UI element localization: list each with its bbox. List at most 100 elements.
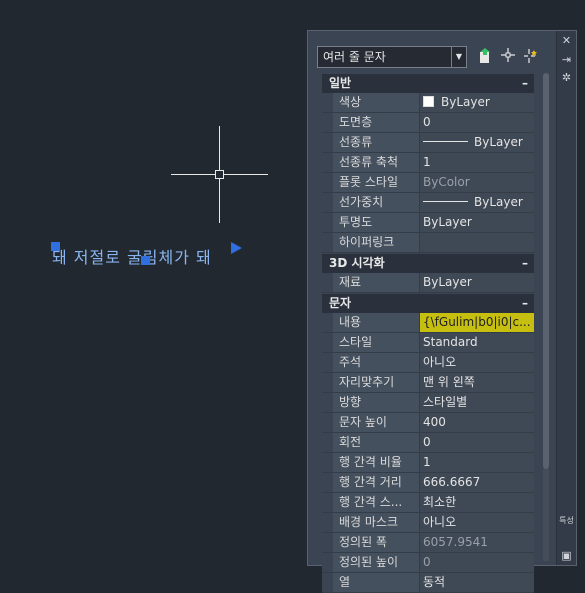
property-row-defined-width[interactable]: 정의된 폭 6057.9541 bbox=[322, 533, 534, 553]
palette-menu-icon[interactable]: ▣ bbox=[560, 549, 573, 562]
property-name: 방향 bbox=[333, 393, 420, 412]
select-objects-icon[interactable] bbox=[499, 48, 517, 66]
property-value[interactable] bbox=[420, 233, 534, 252]
properties-palette: 여러 줄 문자 ▼ 일반 – 색상 ByLayer 도면층 0 선종류 ByLayer… bbox=[307, 30, 577, 593]
properties-grid: 일반 – 색상 ByLayer 도면층 0 선종류 ByLayer 선종류 축척 1 플… bbox=[322, 73, 534, 593]
property-name: 행 간격 스... bbox=[333, 493, 420, 512]
category-title: 3D 시각화 bbox=[329, 256, 385, 270]
object-type-dropdown[interactable]: 여러 줄 문자 ▼ bbox=[317, 46, 467, 68]
property-name: 정의된 높이 bbox=[333, 553, 420, 572]
property-value[interactable]: 아니오 bbox=[420, 353, 534, 372]
selected-mtext[interactable]: 돼 저절로 굴림체가 돼 bbox=[52, 244, 212, 268]
toggle-pickadd-icon[interactable] bbox=[476, 48, 494, 66]
property-name: 도면층 bbox=[333, 113, 420, 132]
property-value: 6057.9541 bbox=[420, 533, 534, 552]
property-row-linetype-scale[interactable]: 선종류 축척 1 bbox=[322, 153, 534, 173]
property-value[interactable]: ByLayer bbox=[420, 93, 534, 112]
palette-scrollbar-thumb[interactable] bbox=[543, 73, 549, 469]
property-row-style[interactable]: 스타일 Standard bbox=[322, 333, 534, 353]
color-swatch-icon bbox=[423, 96, 434, 107]
mtext-width-grip-arrow[interactable] bbox=[231, 242, 242, 254]
palette-title-strip[interactable]: ✕ ⇥ ✲ 특성 ▣ bbox=[556, 31, 576, 565]
property-name: 행 간격 거리 bbox=[333, 473, 420, 492]
lineweight-sample-icon bbox=[423, 201, 468, 202]
palette-scrollbar-track[interactable] bbox=[543, 469, 549, 561]
property-row-text-height[interactable]: 문자 높이 400 bbox=[322, 413, 534, 433]
auto-hide-icon[interactable]: ⇥ bbox=[560, 53, 573, 66]
property-name: 주석 bbox=[333, 353, 420, 372]
property-name: 행 간격 비율 bbox=[333, 453, 420, 472]
property-name: 문자 높이 bbox=[333, 413, 420, 432]
property-name: 배경 마스크 bbox=[333, 513, 420, 532]
property-row-transparency[interactable]: 투명도 ByLayer bbox=[322, 213, 534, 233]
collapse-icon[interactable]: – bbox=[522, 294, 528, 313]
property-row-defined-height[interactable]: 정의된 높이 0 bbox=[322, 553, 534, 573]
property-name: 투명도 bbox=[333, 213, 420, 232]
category-text[interactable]: 문자 – bbox=[322, 294, 534, 313]
property-value[interactable]: 1 bbox=[420, 153, 534, 172]
property-name: 선종류 축척 bbox=[333, 153, 420, 172]
palette-side-label: 특성 bbox=[559, 516, 574, 525]
property-row-contents[interactable]: 내용 {\fGulim|b0|i0|c... bbox=[322, 313, 534, 333]
property-value[interactable]: 400 bbox=[420, 413, 534, 432]
close-icon[interactable]: ✕ bbox=[560, 34, 573, 47]
property-value[interactable]: ByLayer bbox=[420, 273, 534, 292]
property-value[interactable]: 0 bbox=[420, 113, 534, 132]
property-value[interactable]: ByLayer bbox=[420, 213, 534, 232]
quick-select-icon[interactable] bbox=[522, 48, 540, 66]
property-row-material[interactable]: 재료 ByLayer bbox=[322, 273, 534, 293]
property-value[interactable]: Standard bbox=[420, 333, 534, 352]
property-row-layer[interactable]: 도면층 0 bbox=[322, 113, 534, 133]
property-name: 하이퍼링크 bbox=[333, 233, 420, 252]
object-type-label: 여러 줄 문자 bbox=[323, 50, 386, 64]
chevron-down-icon[interactable]: ▼ bbox=[451, 47, 466, 67]
property-row-annotative[interactable]: 주석 아니오 bbox=[322, 353, 534, 373]
property-value[interactable]: 0 bbox=[420, 433, 534, 452]
crosshair-pickbox bbox=[215, 170, 224, 179]
property-value[interactable]: 스타일별 bbox=[420, 393, 534, 412]
property-value[interactable]: 666.6667 bbox=[420, 473, 534, 492]
linetype-sample-icon bbox=[423, 141, 468, 142]
property-name: 선종류 bbox=[333, 133, 420, 152]
property-row-plot-style[interactable]: 플롯 스타일 ByColor bbox=[322, 173, 534, 193]
property-name: 플롯 스타일 bbox=[333, 173, 420, 192]
property-value[interactable]: {\fGulim|b0|i0|c... bbox=[420, 313, 534, 332]
property-row-color[interactable]: 색상 ByLayer bbox=[322, 93, 534, 113]
collapse-icon[interactable]: – bbox=[522, 74, 528, 93]
property-row-columns[interactable]: 열 동적 bbox=[322, 573, 534, 593]
property-value[interactable]: 맨 위 왼쪽 bbox=[420, 373, 534, 392]
property-row-line-space-style[interactable]: 행 간격 스... 최소한 bbox=[322, 493, 534, 513]
category-3d-visualization[interactable]: 3D 시각화 – bbox=[322, 254, 534, 273]
property-name: 회전 bbox=[333, 433, 420, 452]
property-value[interactable]: ByLayer bbox=[420, 133, 534, 152]
property-value[interactable]: 최소한 bbox=[420, 493, 534, 512]
property-name: 내용 bbox=[333, 313, 420, 332]
property-name: 스타일 bbox=[333, 333, 420, 352]
category-title: 문자 bbox=[329, 296, 352, 310]
property-value[interactable]: ByLayer bbox=[420, 193, 534, 212]
property-value: ByColor bbox=[420, 173, 534, 192]
property-value[interactable]: 아니오 bbox=[420, 513, 534, 532]
category-general[interactable]: 일반 – bbox=[322, 74, 534, 93]
property-value: 0 bbox=[420, 553, 534, 572]
property-name: 색상 bbox=[333, 93, 420, 112]
property-row-rotation[interactable]: 회전 0 bbox=[322, 433, 534, 453]
mtext-grip-move[interactable] bbox=[141, 256, 150, 265]
mtext-grip-insertion[interactable] bbox=[51, 242, 60, 251]
property-name: 자리맞추기 bbox=[333, 373, 420, 392]
property-row-justify[interactable]: 자리맞추기 맨 위 왼쪽 bbox=[322, 373, 534, 393]
collapse-icon[interactable]: – bbox=[522, 254, 528, 273]
properties-settings-icon[interactable]: ✲ bbox=[560, 71, 573, 84]
property-row-linetype[interactable]: 선종류 ByLayer bbox=[322, 133, 534, 153]
property-row-lineweight[interactable]: 선가중치 ByLayer bbox=[322, 193, 534, 213]
property-value[interactable]: 1 bbox=[420, 453, 534, 472]
property-row-line-space-distance[interactable]: 행 간격 거리 666.6667 bbox=[322, 473, 534, 493]
property-name: 선가중치 bbox=[333, 193, 420, 212]
property-row-line-space-factor[interactable]: 행 간격 비율 1 bbox=[322, 453, 534, 473]
property-row-hyperlink[interactable]: 하이퍼링크 bbox=[322, 233, 534, 253]
property-value[interactable]: 동적 bbox=[420, 573, 534, 592]
property-name: 열 bbox=[333, 573, 420, 592]
property-row-direction[interactable]: 방향 스타일별 bbox=[322, 393, 534, 413]
property-row-background-mask[interactable]: 배경 마스크 아니오 bbox=[322, 513, 534, 533]
category-title: 일반 bbox=[329, 76, 352, 90]
